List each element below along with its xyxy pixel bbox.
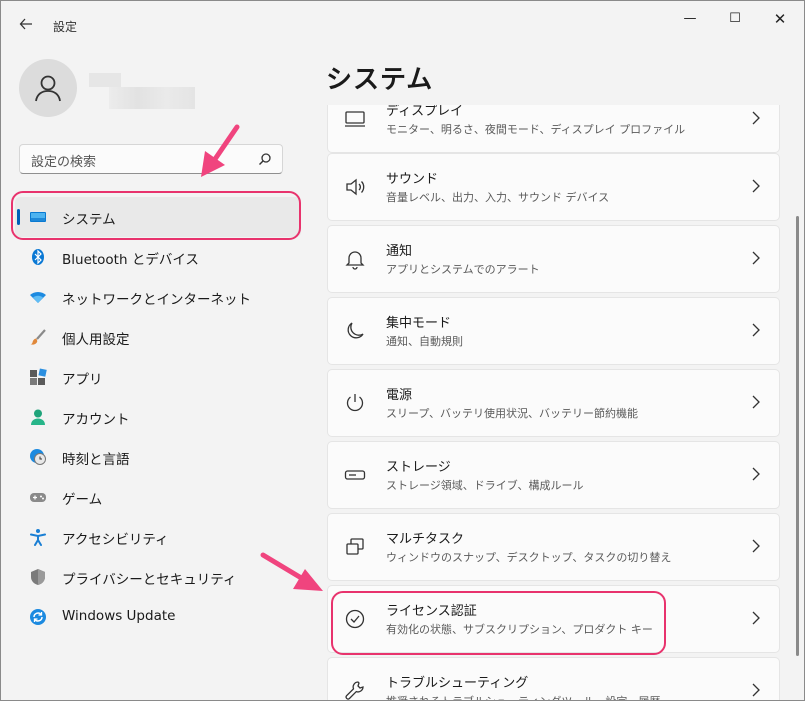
storage-icon [344, 470, 366, 480]
annotation-highlight-activation [331, 591, 666, 655]
sidebar-item-time-language[interactable]: 時刻と言語 [15, 437, 301, 477]
power-icon [346, 394, 364, 412]
bell-icon [345, 251, 365, 270]
settings-window: 設定 — ☐ ✕ 設定の検索 システム Bluetooth とデバイス ネットワ… [0, 0, 805, 701]
sidebar-item-network[interactable]: ネットワークとインターネット [15, 277, 301, 317]
chevron-right-icon [752, 323, 760, 337]
card-title: マルチタスク [386, 532, 465, 547]
annotation-arrow-icon [260, 552, 323, 591]
chevron-right-icon [752, 395, 760, 409]
display-icon [345, 111, 365, 127]
sidebar-item-bluetooth[interactable]: Bluetooth とデバイス [15, 237, 301, 277]
chevron-right-icon [752, 179, 760, 193]
windows-update-icon [30, 609, 46, 625]
card-description: モニター、明るさ、夜間モード、ディスプレイ プロファイル [386, 123, 686, 136]
annotation-arrow-icon [201, 124, 240, 177]
shield-icon [31, 569, 45, 585]
search-icon [259, 153, 271, 165]
sidebar-item-label: アカウント [62, 412, 130, 428]
page-title: システム [326, 65, 434, 95]
chevron-right-icon [752, 683, 760, 697]
minimize-button[interactable]: — [675, 9, 705, 29]
setting-card-power[interactable]: 電源 スリープ、バッテリ使用状況、バッテリー節約機能 [327, 369, 780, 437]
sidebar-item-gaming[interactable]: ゲーム [15, 477, 301, 517]
bluetooth-icon [32, 249, 44, 265]
apps-icon [30, 368, 47, 385]
sound-icon [346, 178, 365, 196]
card-description: 音量レベル、出力、入力、サウンド デバイス [386, 191, 610, 204]
chevron-right-icon [752, 539, 760, 553]
close-button[interactable]: ✕ [765, 9, 795, 29]
setting-card-multitasking[interactable]: マルチタスク ウィンドウのスナップ、デスクトップ、タスクの切り替え [327, 513, 780, 581]
card-title: 通知 [386, 244, 413, 259]
gamepad-icon [30, 493, 46, 502]
sidebar-item-label: ネットワークとインターネット [62, 292, 251, 308]
sidebar-item-apps[interactable]: アプリ [15, 357, 301, 397]
app-title: 設定 [53, 20, 78, 34]
chevron-right-icon [752, 467, 760, 481]
sidebar-item-label: プライバシーとセキュリティ [62, 572, 237, 588]
account-icon [31, 409, 45, 425]
back-button[interactable] [13, 13, 39, 39]
card-description: ストレージ領域、ドライブ、構成ルール [386, 479, 584, 492]
scrollbar[interactable] [796, 216, 799, 656]
wifi-icon [30, 291, 46, 303]
sidebar-item-label: アクセシビリティ [62, 532, 169, 548]
card-description: 推奨されるトラブルシューティングツール、設定、履歴 [386, 693, 660, 700]
chevron-right-icon [752, 111, 760, 125]
time-language-icon [30, 449, 46, 465]
sidebar-item-windows-update[interactable]: Windows Update [15, 597, 301, 637]
accessibility-icon [30, 529, 46, 546]
setting-card-display[interactable]: ディスプレイ モニター、明るさ、夜間モード、ディスプレイ プロファイル [327, 105, 780, 153]
setting-card-sound[interactable]: サウンド 音量レベル、出力、入力、サウンド デバイス [327, 153, 780, 221]
profile-name-redacted [89, 73, 195, 109]
title-bar: 設定 — ☐ ✕ [1, 1, 804, 51]
avatar[interactable] [19, 59, 77, 117]
sidebar-item-label: Windows Update [62, 608, 176, 624]
multitask-icon [346, 538, 364, 555]
annotation-highlight-system [11, 191, 301, 240]
card-description: スリープ、バッテリ使用状況、バッテリー節約機能 [386, 407, 639, 420]
card-title: ストレージ [386, 460, 451, 475]
sidebar-item-accounts[interactable]: アカウント [15, 397, 301, 437]
card-title: トラブルシューティング [386, 676, 529, 691]
setting-card-troubleshoot[interactable]: トラブルシューティング 推奨されるトラブルシューティングツール、設定、履歴 [327, 657, 780, 700]
sidebar-item-label: 個人用設定 [62, 332, 130, 348]
sidebar-item-label: ゲーム [62, 492, 103, 508]
maximize-button[interactable]: ☐ [720, 9, 750, 29]
sidebar-item-label: 時刻と言語 [62, 452, 130, 468]
chevron-right-icon [752, 611, 760, 625]
chevron-right-icon [752, 251, 760, 265]
sidebar-item-label: アプリ [62, 372, 103, 388]
card-title: ディスプレイ [386, 105, 464, 119]
card-description: アプリとシステムでのアラート [386, 263, 540, 276]
sidebar-item-personalization[interactable]: 個人用設定 [15, 317, 301, 357]
redaction-block [89, 73, 121, 87]
moon-icon [347, 322, 364, 339]
redaction-block [109, 87, 195, 109]
brush-icon [30, 329, 46, 345]
sidebar-item-label: Bluetooth とデバイス [62, 252, 199, 268]
card-title: 集中モード [386, 316, 452, 331]
search-placeholder: 設定の検索 [31, 155, 97, 170]
back-arrow-icon [19, 18, 32, 30]
card-title: サウンド [386, 172, 439, 187]
card-description: ウィンドウのスナップ、デスクトップ、タスクの切り替え [386, 551, 672, 564]
setting-card-storage[interactable]: ストレージ ストレージ領域、ドライブ、構成ルール [327, 441, 780, 509]
user-icon [35, 75, 61, 102]
card-title: 電源 [386, 388, 413, 403]
setting-card-focus[interactable]: 集中モード 通知、自動規則 [327, 297, 780, 365]
card-description: 通知、自動規則 [386, 335, 463, 348]
wrench-icon [345, 681, 364, 700]
setting-card-notifications[interactable]: 通知 アプリとシステムでのアラート [327, 225, 780, 293]
